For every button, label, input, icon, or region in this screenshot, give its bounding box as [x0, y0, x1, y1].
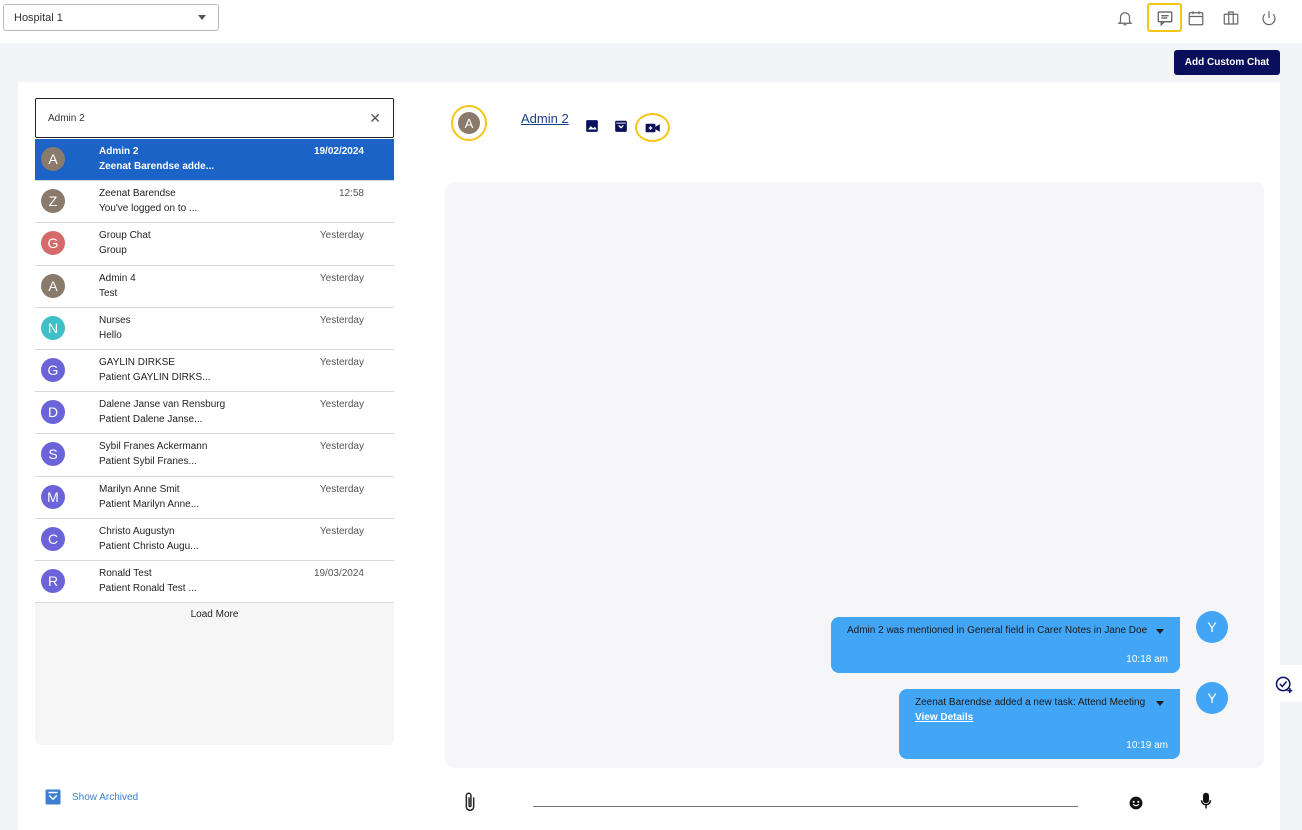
- chat-time: Yesterday: [319, 230, 364, 242]
- archive-icon[interactable]: [614, 119, 628, 133]
- conversation-title[interactable]: Admin 2: [521, 111, 569, 126]
- chat-name: Ronald Test: [99, 567, 152, 579]
- chat-name: Admin 4: [99, 272, 136, 284]
- attachment-icon[interactable]: [460, 790, 480, 814]
- chat-list-item[interactable]: M Marilyn Anne Smit Patient Marilyn Anne..…: [35, 476, 394, 519]
- chat-icon[interactable]: [1147, 3, 1182, 32]
- emoji-icon[interactable]: [1128, 795, 1144, 811]
- chat-name: Zeenat Barendse: [99, 188, 176, 200]
- conversation-avatar-initial: A: [458, 112, 480, 134]
- chat-list-item[interactable]: N Nurses Hello Yesterday: [35, 307, 394, 350]
- view-details-link[interactable]: View Details: [915, 712, 1150, 723]
- chevron-down-icon[interactable]: [1156, 629, 1164, 634]
- chevron-down-icon: [198, 15, 206, 20]
- image-icon[interactable]: [585, 119, 599, 133]
- chat-list-item[interactable]: G GAYLIN DIRKSE Patient GAYLIN DIRKS... Yes…: [35, 349, 394, 393]
- message-time: 10:18 am: [1126, 654, 1168, 665]
- chat-list-item[interactable]: D Dalene Janse van Rensburg Patient Dalene…: [35, 392, 394, 435]
- avatar: A: [41, 147, 65, 171]
- hospital-select-value: Hospital 1: [14, 11, 63, 24]
- chat-preview: You've logged on to ...: [99, 203, 198, 215]
- search-input[interactable]: Admin 2 ✕: [35, 98, 394, 138]
- avatar: M: [41, 484, 65, 509]
- avatar: Z: [41, 189, 65, 214]
- chat-name: Group Chat: [99, 230, 151, 242]
- chat-preview: Patient Sybil Franes...: [99, 456, 197, 468]
- archive-icon: [45, 789, 61, 805]
- chat-time: Yesterday: [319, 356, 364, 368]
- chat-preview: Patient Ronald Test ...: [99, 582, 197, 594]
- chat-preview: Hello: [99, 329, 122, 341]
- chat-list-item[interactable]: A Admin 4 Test Yesterday: [35, 265, 394, 308]
- chat-time: Yesterday: [319, 314, 364, 326]
- chat-preview: Zeenat Barendse adde...: [99, 161, 215, 172]
- message-avatar: Y: [1196, 682, 1228, 714]
- chat-preview: Group: [99, 245, 127, 257]
- chat-time: 12:58: [338, 188, 364, 200]
- message-area: [445, 182, 1264, 768]
- avatar: S: [41, 442, 65, 467]
- chat-name: Nurses: [99, 314, 131, 326]
- chat-preview: Patient Marilyn Anne...: [99, 498, 200, 510]
- briefcase-icon[interactable]: [1218, 5, 1244, 31]
- chat-preview: Patient GAYLIN DIRKS...: [99, 371, 211, 383]
- chat-list: A Admin 2 Zeenat Barendse adde... 19/02/202…: [35, 139, 394, 745]
- avatar: G: [41, 231, 65, 256]
- avatar: D: [41, 400, 65, 425]
- avatar: N: [41, 315, 65, 340]
- chat-time: Yesterday: [319, 399, 364, 411]
- chat-name: GAYLIN DIRKSE: [99, 356, 175, 368]
- chat-list-item[interactable]: Z Zeenat Barendse You've logged on to ... 1…: [35, 181, 394, 224]
- message-bubble[interactable]: Zeenat Barendse added a new task: Attend…: [899, 689, 1180, 759]
- video-call-button[interactable]: [635, 113, 670, 142]
- avatar: G: [41, 357, 65, 382]
- hospital-select[interactable]: Hospital 1: [3, 4, 219, 31]
- chat-list-item[interactable]: S Sybil Franes Ackermann Patient Sybil Fra…: [35, 434, 394, 477]
- chat-time: 19/02/2024: [313, 146, 364, 157]
- chat-list-item[interactable]: C Christo Augustyn Patient Christo Augu...…: [35, 518, 394, 561]
- message-avatar: Y: [1196, 611, 1228, 643]
- microphone-icon[interactable]: [1198, 790, 1214, 812]
- message-text: Admin 2 was mentioned in General field i…: [847, 625, 1148, 636]
- chat-time: 19/03/2024: [313, 567, 364, 579]
- chat-name: Admin 2: [99, 146, 139, 157]
- chat-list-item[interactable]: A Admin 2 Zeenat Barendse adde... 19/02/202…: [35, 139, 394, 182]
- message-time: 10:19 am: [1126, 740, 1168, 751]
- chevron-down-icon[interactable]: [1156, 701, 1164, 706]
- search-input-value: Admin 2: [48, 112, 85, 124]
- message-input[interactable]: [533, 806, 1078, 807]
- task-check-icon[interactable]: [1265, 665, 1302, 702]
- avatar: C: [41, 526, 65, 551]
- chat-time: Yesterday: [319, 272, 364, 284]
- chat-preview: Patient Dalene Janse...: [99, 414, 203, 426]
- chat-name: Dalene Janse van Rensburg: [99, 399, 226, 411]
- avatar: A: [41, 273, 65, 298]
- conversation-avatar[interactable]: A: [451, 105, 487, 141]
- add-custom-chat-button[interactable]: Add Custom Chat: [1174, 50, 1280, 75]
- chat-preview: Patient Christo Augu...: [99, 540, 199, 552]
- avatar: R: [41, 568, 65, 593]
- chat-name: Marilyn Anne Smit: [99, 483, 180, 495]
- chat-name: Christo Augustyn: [99, 525, 175, 537]
- top-bar: Hospital 1: [0, 0, 1302, 43]
- show-archived-button[interactable]: Show Archived: [44, 788, 138, 806]
- chat-time: Yesterday: [319, 525, 364, 537]
- message-bubble[interactable]: Admin 2 was mentioned in General field i…: [831, 617, 1180, 673]
- chat-time: Yesterday: [319, 441, 364, 453]
- calendar-icon[interactable]: [1183, 5, 1209, 31]
- show-archived-label: Show Archived: [72, 791, 139, 803]
- chat-list-item[interactable]: R Ronald Test Patient Ronald Test ... 19/03…: [35, 560, 394, 604]
- chat-preview: Test: [99, 287, 118, 299]
- chat-list-item[interactable]: G Group Chat Group Yesterday: [35, 223, 394, 266]
- bell-icon[interactable]: [1112, 5, 1138, 31]
- video-call-icon: [645, 123, 660, 132]
- message-text: Zeenat Barendse added a new task: Attend…: [915, 697, 1146, 708]
- chat-time: Yesterday: [319, 483, 364, 495]
- close-icon[interactable]: ✕: [369, 110, 381, 127]
- power-icon[interactable]: [1256, 5, 1282, 31]
- chat-name: Sybil Franes Ackermann: [99, 441, 208, 453]
- load-more-button[interactable]: Load More: [35, 609, 394, 620]
